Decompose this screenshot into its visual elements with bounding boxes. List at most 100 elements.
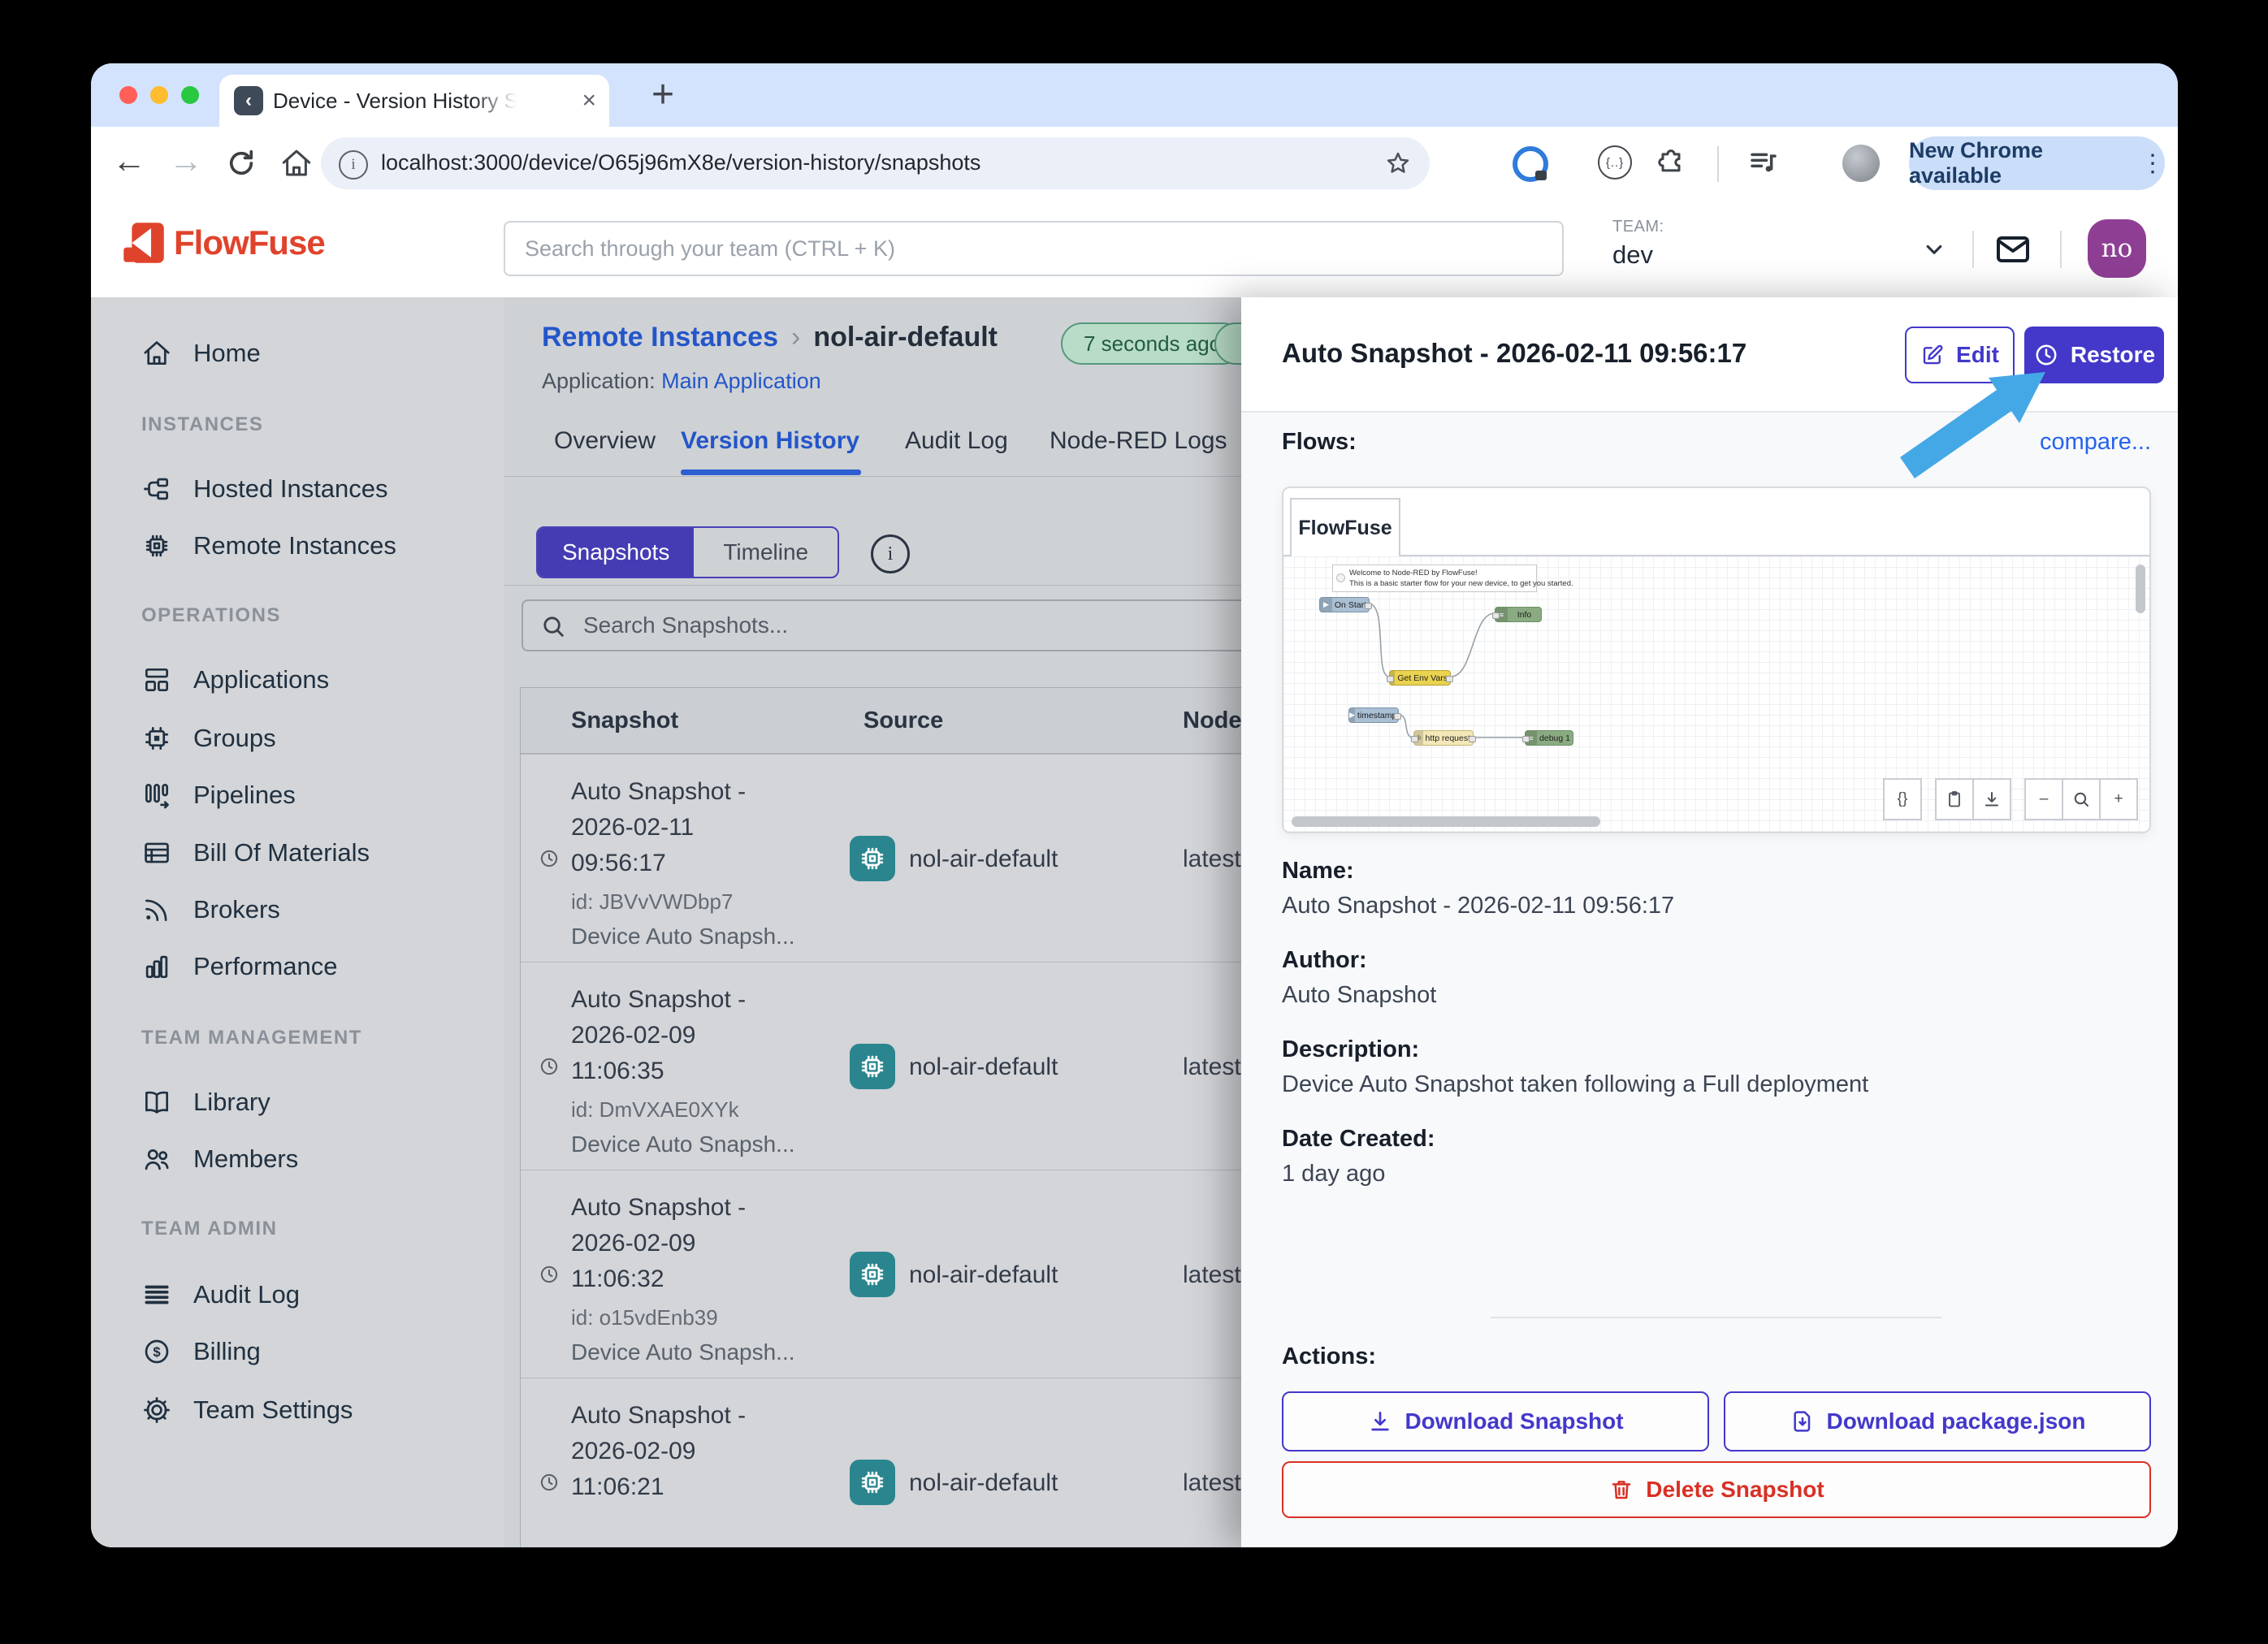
sidebar-item-performance[interactable]: Performance bbox=[141, 951, 337, 982]
bookmark-star-icon[interactable] bbox=[1384, 149, 1412, 177]
comment-line: Welcome to Node-RED by FlowFuse! bbox=[1349, 569, 1478, 578]
horizontal-scrollbar[interactable] bbox=[1292, 816, 1600, 827]
download-package-json-button[interactable]: Download package.json bbox=[1724, 1391, 2151, 1451]
toggle-snapshots[interactable]: Snapshots bbox=[538, 528, 695, 577]
notifications-mail-icon[interactable] bbox=[1993, 230, 2032, 269]
chrome-update-button[interactable]: New Chrome available ⋮ bbox=[1909, 136, 2165, 190]
zoom-out-button[interactable]: – bbox=[2024, 778, 2063, 820]
restore-button[interactable]: Restore bbox=[2024, 327, 2164, 383]
flow-node-inject: ▶ On Start bbox=[1319, 597, 1372, 612]
info-icon[interactable]: i bbox=[871, 534, 910, 573]
forward-button[interactable]: → bbox=[169, 141, 203, 180]
sidebar-item-team-settings[interactable]: Team Settings bbox=[141, 1395, 353, 1426]
braces-extension-icon[interactable]: {..} bbox=[1598, 145, 1632, 180]
home-button[interactable] bbox=[279, 146, 314, 180]
brokers-broadcast-icon bbox=[141, 894, 172, 925]
snapshot-description: Device Auto Snapsh... bbox=[571, 1339, 795, 1365]
tab-node-red-logs[interactable]: Node-RED Logs bbox=[1050, 427, 1227, 455]
flow-node-label: Info bbox=[1517, 609, 1532, 620]
sidebar-item-hosted-instances[interactable]: Hosted Instances bbox=[141, 474, 388, 504]
drawer-header: Auto Snapshot - 2026-02-11 09:56:17 Edit… bbox=[1241, 297, 2178, 413]
last-seen-text: 7 seconds ago bbox=[1084, 331, 1222, 356]
zoom-in-button[interactable]: + bbox=[2099, 778, 2138, 820]
application-line: Application: Main Application bbox=[542, 369, 821, 394]
delete-snapshot-button[interactable]: Delete Snapshot bbox=[1282, 1461, 2151, 1518]
flow-comment-node: Welcome to Node-RED by FlowFuse! This is… bbox=[1332, 565, 1573, 592]
sidebar-section-team-management: TEAM MANAGEMENT bbox=[141, 1027, 362, 1049]
sidebar-item-label: Audit Log bbox=[193, 1280, 300, 1309]
sidebar-section-instances: INSTANCES bbox=[141, 413, 264, 435]
sidebar-item-bill-of-materials[interactable]: Bill Of Materials bbox=[141, 837, 370, 868]
snapshot-source: nol-air-default bbox=[909, 1261, 1058, 1288]
sidebar-item-audit-log[interactable]: Audit Log bbox=[141, 1279, 300, 1310]
actions-divider bbox=[1491, 1317, 1941, 1318]
browser-tab[interactable]: ‹ Device - Version History Snap × bbox=[219, 75, 609, 127]
breadcrumb-remote-instances-link[interactable]: Remote Instances bbox=[542, 322, 778, 353]
close-window-button[interactable] bbox=[119, 86, 137, 104]
media-playlist-icon[interactable] bbox=[1746, 145, 1781, 180]
sidebar-item-billing[interactable]: Billing bbox=[141, 1336, 261, 1367]
zoom-search-button[interactable] bbox=[2062, 778, 2101, 820]
close-tab-icon[interactable]: × bbox=[582, 86, 596, 115]
chevron-down-icon[interactable] bbox=[1920, 236, 1948, 263]
download-package-label: Download package.json bbox=[1826, 1408, 2086, 1434]
sidebar-item-label: Billing bbox=[193, 1337, 261, 1365]
back-button[interactable]: ← bbox=[112, 141, 146, 180]
sidebar-item-applications[interactable]: Applications bbox=[141, 664, 329, 695]
tab-audit-log[interactable]: Audit Log bbox=[905, 427, 1008, 455]
vertical-scrollbar[interactable] bbox=[2136, 565, 2145, 613]
flow-preview: FlowFuse Welcome to Node-RED by FlowFuse… bbox=[1282, 487, 2151, 833]
sidebar-item-pipelines[interactable]: Pipelines bbox=[141, 780, 296, 811]
maximize-window-button[interactable] bbox=[181, 86, 199, 104]
flowfuse-logo[interactable]: FlowFuse bbox=[122, 221, 326, 265]
tab-version-history[interactable]: Version History bbox=[681, 427, 859, 455]
browser-menu-icon[interactable]: ⋮ bbox=[2140, 149, 2165, 178]
field-label: Date Created: bbox=[1282, 1126, 1435, 1152]
team-name[interactable]: dev bbox=[1612, 240, 1653, 270]
device-chip-icon bbox=[850, 836, 895, 881]
gear-icon bbox=[141, 1395, 172, 1426]
device-chip-icon bbox=[850, 1460, 895, 1505]
download-snapshot-button[interactable]: Download Snapshot bbox=[1282, 1391, 1709, 1451]
compare-link[interactable]: compare... bbox=[2040, 429, 2151, 456]
sidebar-item-library[interactable]: Library bbox=[141, 1087, 271, 1118]
flow-toolbar: {} – + bbox=[1883, 778, 2138, 820]
sidebar-item-label: Bill Of Materials bbox=[193, 838, 370, 867]
extensions-puzzle-icon[interactable] bbox=[1655, 145, 1687, 178]
download-flow-button[interactable] bbox=[1972, 778, 2011, 820]
edit-button[interactable]: Edit bbox=[1905, 327, 2015, 383]
sidebar-item-label: Library bbox=[193, 1088, 271, 1116]
team-search-input[interactable] bbox=[504, 221, 1564, 276]
field-value: Auto Snapshot bbox=[1282, 982, 1437, 1008]
library-book-icon bbox=[141, 1087, 172, 1118]
field-description: Description: Device Auto Snapshot taken … bbox=[1282, 1036, 1868, 1098]
sidebar-item-remote-instances[interactable]: Remote Instances bbox=[141, 530, 396, 561]
comment-line: This is a basic starter flow for your ne… bbox=[1349, 579, 1573, 588]
sidebar-item-groups[interactable]: Groups bbox=[141, 723, 276, 754]
sidebar-item-label: Pipelines bbox=[193, 781, 296, 809]
tab-strip: ‹ Device - Version History Snap × + bbox=[91, 63, 2178, 127]
password-manager-extension-icon[interactable] bbox=[1513, 146, 1548, 182]
url-bar[interactable]: i localhost:3000/device/O65j96mX8e/versi… bbox=[321, 137, 1430, 189]
browser-profile-avatar[interactable] bbox=[1842, 145, 1880, 182]
sidebar-item-members[interactable]: Members bbox=[141, 1144, 298, 1175]
reload-button[interactable] bbox=[224, 146, 258, 180]
copy-clipboard-button[interactable] bbox=[1935, 778, 1974, 820]
sidebar-item-brokers[interactable]: Brokers bbox=[141, 894, 280, 925]
tab-overview[interactable]: Overview bbox=[554, 427, 656, 455]
flow-node-label: On Start bbox=[1334, 599, 1366, 610]
flow-node-label: Get Env Vars bbox=[1397, 673, 1448, 683]
sidebar-section-team-admin: TEAM ADMIN bbox=[141, 1218, 278, 1239]
view-json-button[interactable]: {} bbox=[1883, 778, 1922, 820]
download-icon bbox=[1367, 1408, 1393, 1434]
download-snapshot-label: Download Snapshot bbox=[1405, 1408, 1624, 1434]
sidebar-item-home[interactable]: Home bbox=[141, 338, 261, 369]
browser-window: ‹ Device - Version History Snap × + ← → … bbox=[91, 63, 2178, 1547]
user-avatar[interactable]: no bbox=[2088, 219, 2146, 278]
flow-node-label: debug 1 bbox=[1539, 733, 1570, 743]
site-info-icon[interactable]: i bbox=[339, 150, 368, 180]
application-link[interactable]: Main Application bbox=[661, 369, 821, 393]
toggle-timeline[interactable]: Timeline bbox=[694, 528, 838, 577]
minimize-window-button[interactable] bbox=[150, 86, 168, 104]
new-tab-button[interactable]: + bbox=[651, 75, 674, 115]
